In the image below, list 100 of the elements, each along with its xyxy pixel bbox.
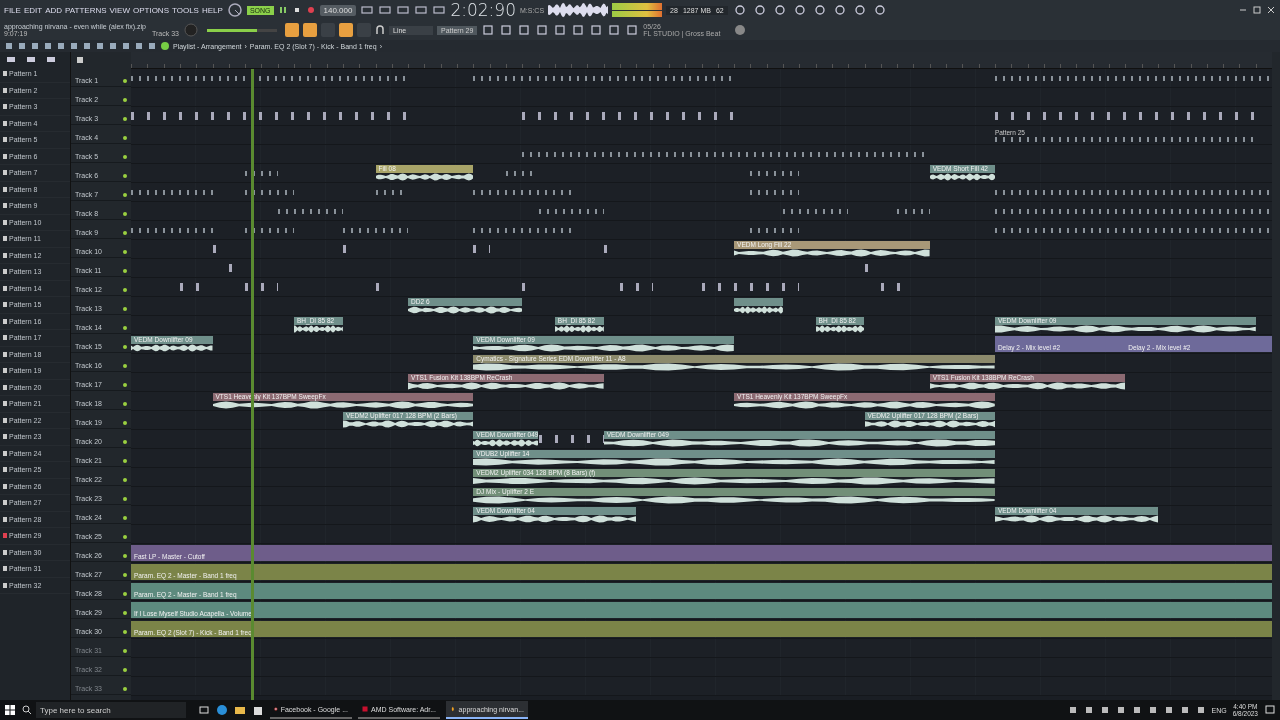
window-icon[interactable] [608,24,621,36]
track-mute-led[interactable] [123,402,127,406]
menu-item[interactable]: ADD [45,5,63,15]
knob-icon[interactable] [226,2,243,18]
taskbar-search-field[interactable]: Type here to search [36,702,186,718]
tool-icon[interactable] [396,5,411,15]
window-icon[interactable] [626,24,639,36]
track-mute-led[interactable] [123,117,127,121]
track-lane[interactable] [131,639,1272,658]
menu-item[interactable]: PATTERNS [65,5,107,15]
tray-icon[interactable] [1163,705,1174,715]
track-mute-led[interactable] [123,649,127,653]
notification-icon[interactable] [1264,704,1276,716]
track-lane[interactable] [131,107,1272,126]
folder-icon[interactable] [234,704,246,716]
track-mute-led[interactable] [123,345,127,349]
play-pause-icon[interactable] [277,5,288,15]
track-mute-led[interactable] [123,440,127,444]
track-lane[interactable] [131,259,1272,278]
toolbar-icon[interactable] [753,4,766,16]
toolbar-icon[interactable] [733,4,746,16]
track-mute-led[interactable] [123,383,127,387]
track-mute-led[interactable] [123,497,127,501]
menu-item[interactable]: VIEW [109,5,130,15]
track-mute-led[interactable] [123,155,127,159]
track-mute-led[interactable] [123,212,127,216]
tray-icon[interactable] [1195,705,1206,715]
track-mute-led[interactable] [123,478,127,482]
window-icon[interactable] [590,24,603,36]
toolbar-icon[interactable] [833,4,846,16]
tool-icon[interactable] [360,5,375,15]
track-mute-led[interactable] [123,136,127,140]
track-mute-led[interactable] [123,269,127,273]
track-mute-led[interactable] [123,573,127,577]
vertical-scrollbar[interactable] [1272,52,1280,700]
track-mute-led[interactable] [123,554,127,558]
windows-start-icon[interactable] [4,704,16,716]
track-mute-led[interactable] [123,592,127,596]
track-lane[interactable] [131,278,1272,297]
toolbar-icon[interactable] [853,4,866,16]
task-view-icon[interactable] [198,704,210,716]
tray-icon[interactable] [1083,705,1094,715]
track-mute-led[interactable] [123,364,127,368]
maximize-icon[interactable] [1252,5,1262,15]
store-icon[interactable] [252,704,264,716]
globe-icon[interactable] [734,24,747,36]
tray-icon[interactable] [1067,705,1078,715]
track-mute-led[interactable] [123,630,127,634]
window-icon[interactable] [554,24,567,36]
tempo-field[interactable]: 140.000 [319,4,357,16]
toolbar-icon[interactable] [773,4,786,16]
toolbar-icon[interactable] [813,4,826,16]
toolbar-icon[interactable] [793,4,806,16]
track-lane[interactable] [131,88,1272,107]
audio-clip[interactable] [734,298,783,314]
track-mute-led[interactable] [123,307,127,311]
close-icon[interactable] [1266,5,1276,15]
toolbar-icon[interactable] [873,4,886,16]
edge-icon[interactable] [216,704,228,716]
tool-icon[interactable] [432,5,447,15]
track-lane[interactable] [131,202,1272,221]
track-lane[interactable] [131,145,1272,164]
menu-item[interactable]: FILE [4,5,21,15]
track-mute-led[interactable] [123,535,127,539]
track-mute-led[interactable] [123,459,127,463]
track-mute-led[interactable] [123,174,127,178]
track-mute-led[interactable] [123,326,127,330]
track-mute-led[interactable] [123,231,127,235]
tray-icon[interactable] [1131,705,1142,715]
track-lane[interactable] [131,525,1272,544]
track-lane[interactable] [131,69,1272,88]
window-icon[interactable] [536,24,549,36]
tray-icon[interactable] [1147,705,1158,715]
master-volume-slider[interactable] [207,28,277,32]
track-lane[interactable] [131,221,1272,240]
window-icon[interactable] [500,24,513,36]
tray-icon[interactable] [1099,705,1110,715]
tray-icon[interactable] [1179,705,1190,715]
track-mute-led[interactable] [123,687,127,691]
menu-item[interactable]: HELP [201,5,223,15]
track-mute-led[interactable] [123,421,127,425]
tray-icon[interactable] [1115,705,1126,715]
tool-icon[interactable] [414,5,429,15]
track-mute-led[interactable] [123,516,127,520]
track-lane[interactable] [131,677,1272,696]
window-icon[interactable] [572,24,585,36]
add-track-icon[interactable] [77,57,83,63]
menu-item[interactable]: TOOLS [172,5,199,15]
track-mute-led[interactable] [123,288,127,292]
window-icon[interactable] [518,24,531,36]
magnet-icon[interactable] [375,25,385,35]
track-mute-led[interactable] [123,98,127,102]
track-mute-led[interactable] [123,193,127,197]
tool-icon[interactable] [378,5,393,15]
window-icon[interactable] [482,24,495,36]
track-mute-led[interactable] [123,611,127,615]
menu-item[interactable]: EDIT [23,5,43,15]
menu-item[interactable]: OPTIONS [132,5,169,15]
track-mute-led[interactable] [123,250,127,254]
track-lane[interactable] [131,183,1272,202]
